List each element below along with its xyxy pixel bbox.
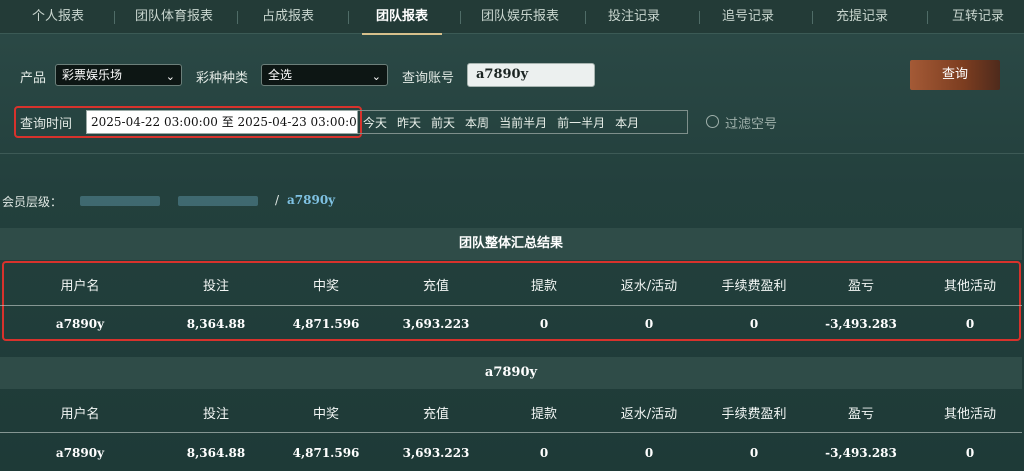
table-cell-bet: 8,364.88 <box>186 317 246 331</box>
tab-share-report[interactable]: 占成报表 <box>252 0 324 34</box>
summary-data-row: a7890y 8,364.88 4,871.596 3,693.223 0 0 … <box>0 317 1022 337</box>
column-header: 用户名 <box>60 279 100 294</box>
table-cell-username: a7890y <box>55 446 105 460</box>
quick-range-previous-half-month[interactable]: 前一半月 <box>552 114 610 131</box>
tab-separator <box>114 11 115 24</box>
tab-personal-report[interactable]: 个人报表 <box>14 0 102 34</box>
quick-range-group: 今天 昨天 前天 本周 当前半月 前一半月 本月 <box>358 110 688 134</box>
filter-empty-label: 过滤空号 <box>725 117 778 132</box>
table-cell-withdraw: 0 <box>539 317 549 331</box>
column-header: 投注 <box>202 407 229 422</box>
table-cell-other-activity: 0 <box>965 317 975 331</box>
filter-divider <box>0 153 1024 154</box>
column-header: 手续费盈利 <box>721 407 787 422</box>
table-cell-profit-loss: -3,493.283 <box>825 446 897 460</box>
date-range-input[interactable]: 2025-04-22 03:00:00 至 2025-04-23 03:00:0… <box>86 110 358 134</box>
column-header: 充值 <box>422 279 449 294</box>
quick-range-current-half-month[interactable]: 当前半月 <box>494 114 552 131</box>
lottery-type-select-value: 全选 <box>268 68 293 82</box>
member-path-separator: / <box>275 193 280 207</box>
table-cell-rebate: 0 <box>644 446 654 460</box>
redacted-member-path <box>178 196 258 206</box>
column-header: 用户名 <box>60 407 100 422</box>
table-cell-withdraw: 0 <box>539 446 549 460</box>
tab-separator <box>348 11 349 24</box>
table-cell-other-activity: 0 <box>965 446 975 460</box>
table-cell-fee-profit: 0 <box>749 317 759 331</box>
query-time-label: 查询时间 <box>20 117 73 132</box>
tab-bet-records[interactable]: 投注记录 <box>598 0 670 34</box>
tab-separator <box>237 11 238 24</box>
query-button[interactable]: 查询 <box>910 60 1000 90</box>
tab-transfer-records[interactable]: 互转记录 <box>942 0 1014 34</box>
table-cell-deposit: 3,693.223 <box>402 317 470 331</box>
quick-range-yesterday[interactable]: 昨天 <box>392 114 426 131</box>
column-header: 返水/活动 <box>620 407 678 422</box>
column-header: 中奖 <box>312 407 339 422</box>
account-input[interactable]: a7890y <box>467 63 595 87</box>
product-select-value: 彩票娱乐场 <box>62 68 123 82</box>
column-header: 盈亏 <box>847 407 874 422</box>
column-header: 手续费盈利 <box>721 279 787 294</box>
chevron-down-icon: ⌄ <box>371 70 381 83</box>
lottery-type-label: 彩种种类 <box>196 71 249 86</box>
tab-chase-records[interactable]: 追号记录 <box>712 0 784 34</box>
detail-header-divider <box>0 432 1022 433</box>
column-header: 其他活动 <box>943 279 996 294</box>
tab-separator <box>927 11 928 24</box>
column-header: 盈亏 <box>847 279 874 294</box>
quick-range-this-week[interactable]: 本周 <box>460 114 494 131</box>
column-header: 提款 <box>530 279 557 294</box>
tab-separator <box>812 11 813 24</box>
product-select[interactable]: 彩票娱乐场 ⌄ <box>55 64 182 86</box>
table-cell-deposit: 3,693.223 <box>402 446 470 460</box>
table-cell-bet: 8,364.88 <box>186 446 246 460</box>
table-cell-win: 4,871.596 <box>292 317 360 331</box>
tab-separator <box>585 11 586 24</box>
table-cell-username: a7890y <box>55 317 105 331</box>
summary-title: 团队整体汇总结果 <box>0 228 1022 260</box>
tab-deposit-withdraw-records[interactable]: 充提记录 <box>826 0 898 34</box>
column-header: 充值 <box>422 407 449 422</box>
detail-data-row: a7890y 8,364.88 4,871.596 3,693.223 0 0 … <box>0 446 1022 466</box>
filter-empty-radio[interactable] <box>706 115 719 128</box>
tab-separator <box>460 11 461 24</box>
tab-separator <box>699 11 700 24</box>
quick-range-this-month[interactable]: 本月 <box>610 114 644 131</box>
detail-header-row: 用户名 投注 中奖 充值 提款 返水/活动 手续费盈利 盈亏 其他活动 <box>0 403 1022 423</box>
tab-team-sports-report[interactable]: 团队体育报表 <box>124 0 224 34</box>
report-tabs: 个人报表 团队体育报表 占成报表 团队报表 团队娱乐报表 投注记录 追号记录 充… <box>0 0 1024 35</box>
detail-title: a7890y <box>0 357 1022 389</box>
column-header: 返水/活动 <box>620 279 678 294</box>
member-level-label: 会员层级： <box>2 195 63 209</box>
summary-header-row: 用户名 投注 中奖 充值 提款 返水/活动 手续费盈利 盈亏 其他活动 <box>0 275 1022 295</box>
tab-team-report[interactable]: 团队报表 <box>362 0 442 35</box>
quick-range-today[interactable]: 今天 <box>358 114 392 131</box>
summary-header-divider <box>0 305 1022 306</box>
table-cell-win: 4,871.596 <box>292 446 360 460</box>
member-current-link[interactable]: a7890y <box>287 193 335 207</box>
redacted-member-path <box>80 196 160 206</box>
column-header: 其他活动 <box>943 407 996 422</box>
table-cell-profit-loss: -3,493.283 <box>825 317 897 331</box>
table-cell-rebate: 0 <box>644 317 654 331</box>
chevron-down-icon: ⌄ <box>165 70 175 83</box>
lottery-type-select[interactable]: 全选 ⌄ <box>261 64 388 86</box>
column-header: 投注 <box>202 279 229 294</box>
quick-range-day-before[interactable]: 前天 <box>426 114 460 131</box>
column-header: 提款 <box>530 407 557 422</box>
tab-team-entertainment-report[interactable]: 团队娱乐报表 <box>470 0 570 34</box>
column-header: 中奖 <box>312 279 339 294</box>
product-label: 产品 <box>20 71 47 86</box>
table-cell-fee-profit: 0 <box>749 446 759 460</box>
account-label: 查询账号 <box>402 71 455 86</box>
